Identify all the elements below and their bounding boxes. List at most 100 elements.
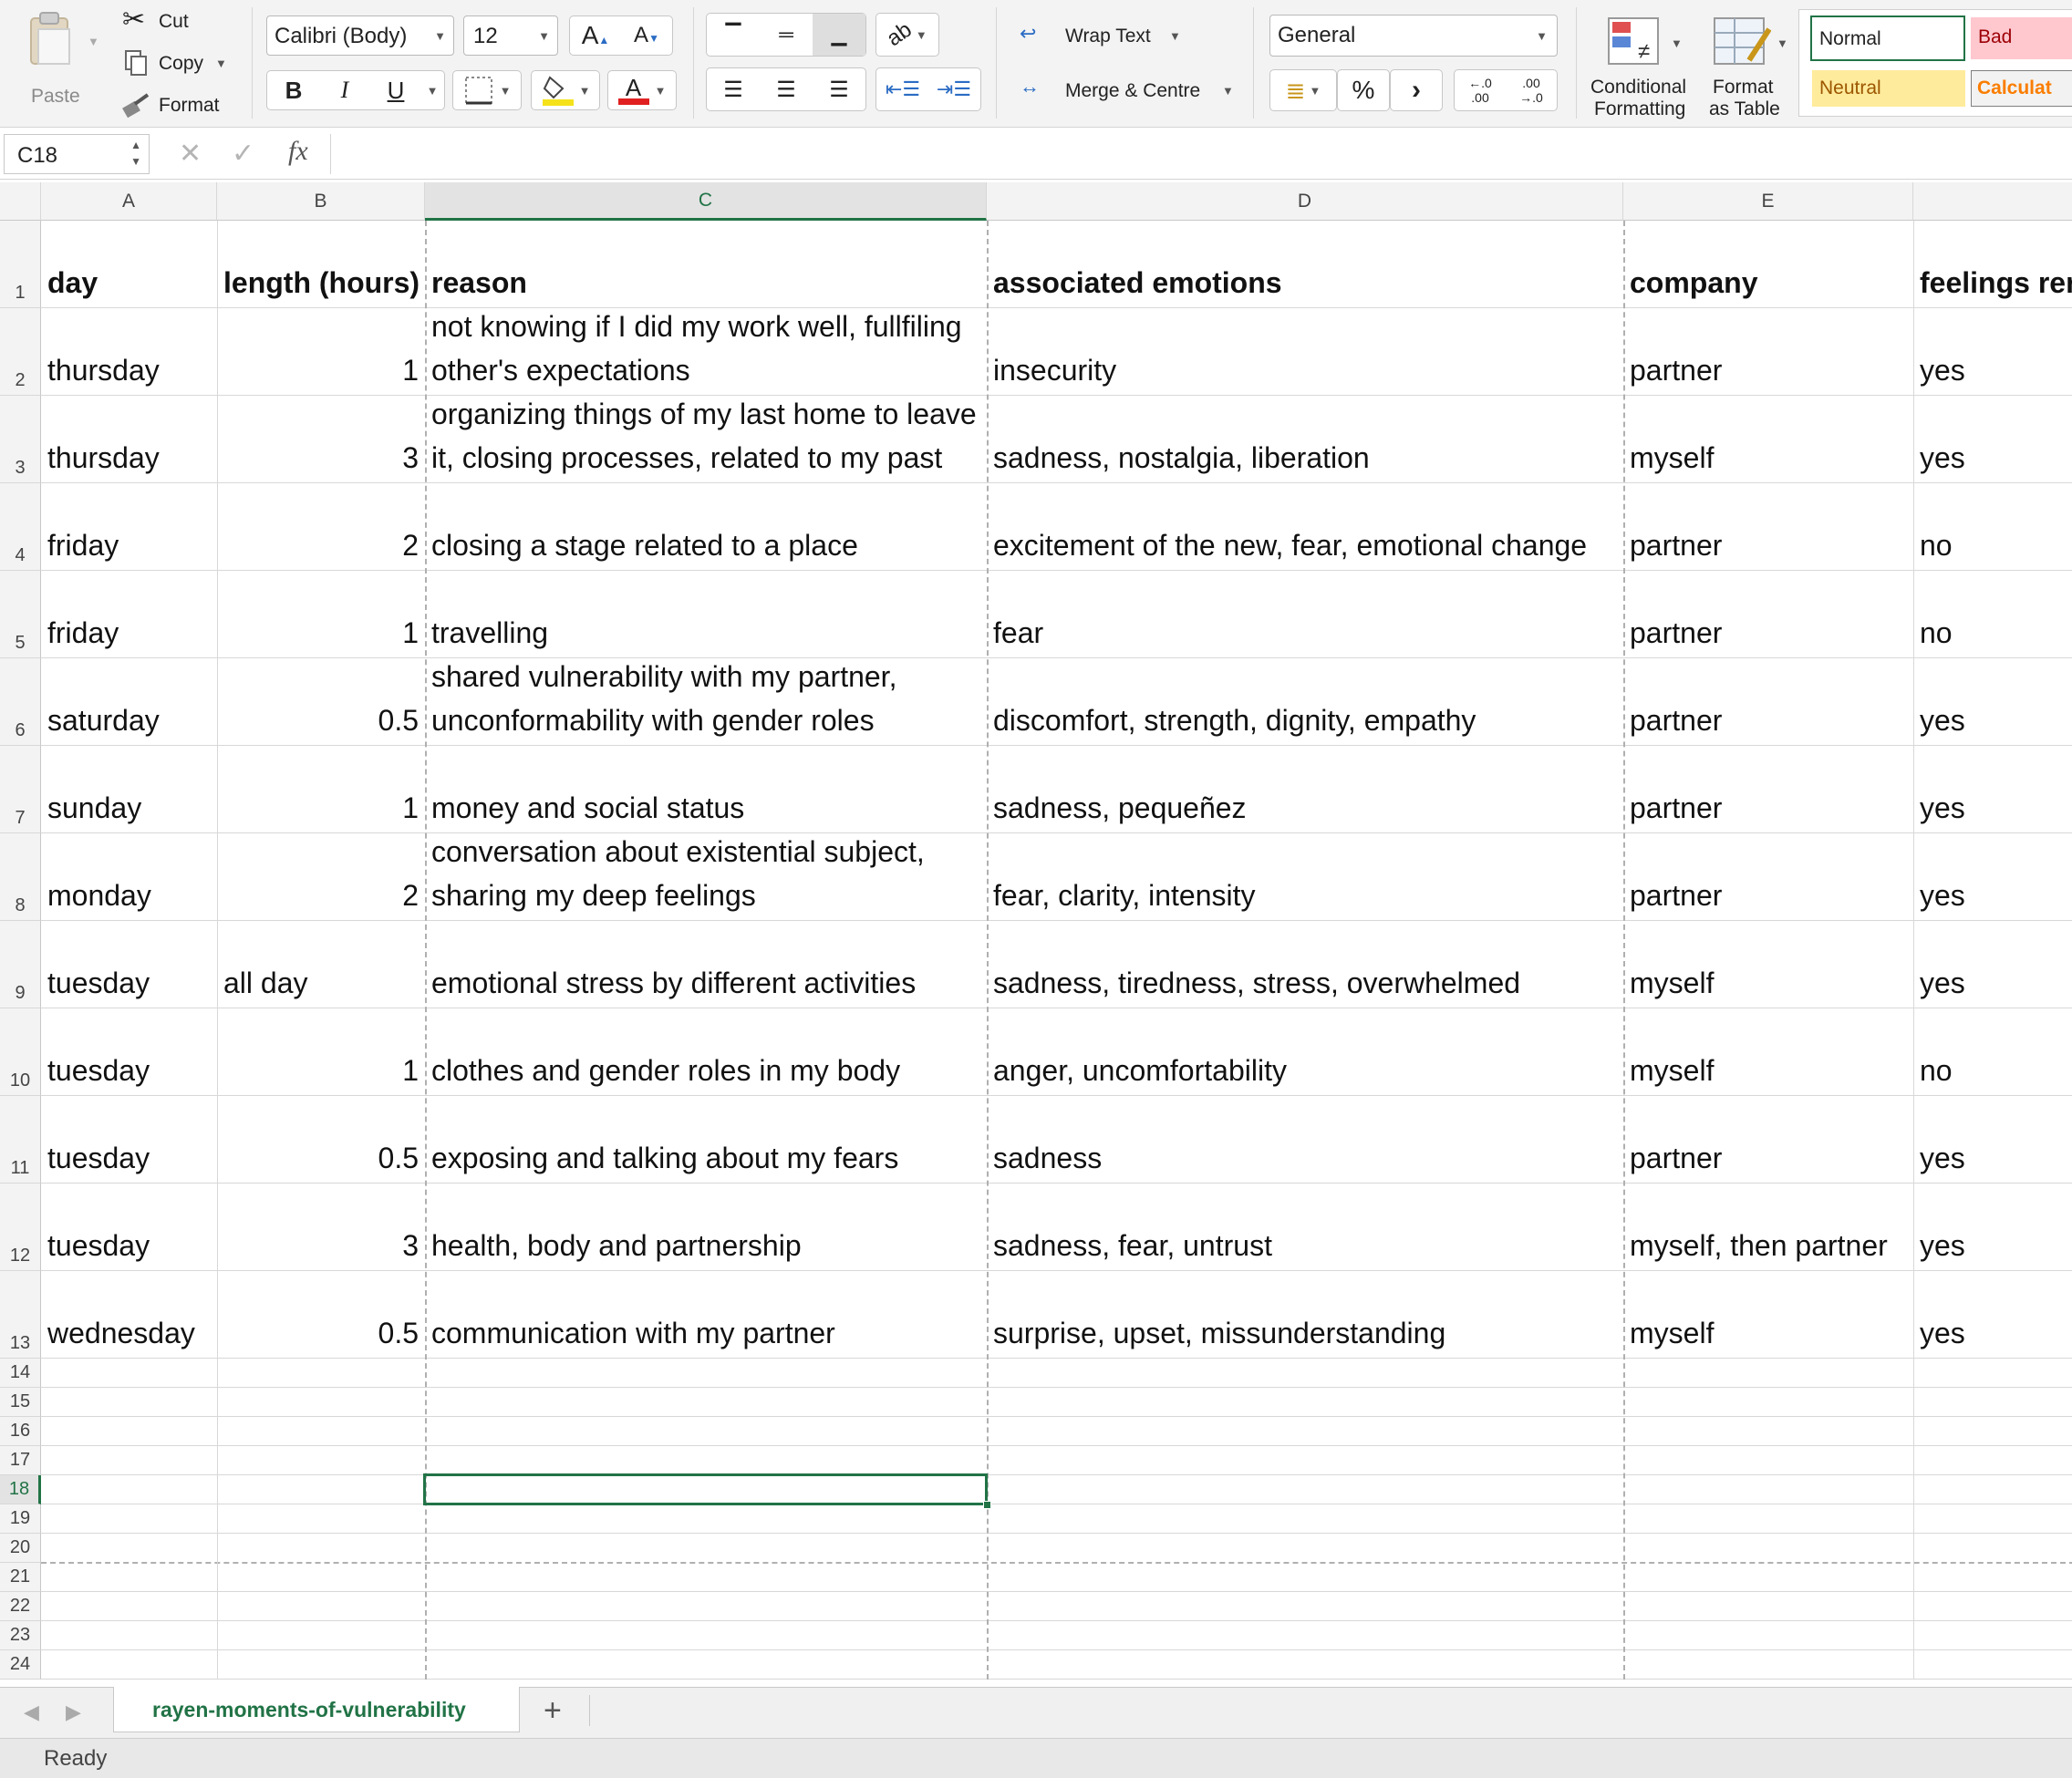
formula-input[interactable] <box>330 134 2063 174</box>
paste-dropdown-icon[interactable]: ▼ <box>88 35 99 48</box>
feelings-cell[interactable]: yes <box>1913 1271 2072 1359</box>
row-header[interactable]: 13 <box>0 1271 41 1359</box>
feelings-cell[interactable]: yes <box>1913 746 2072 833</box>
bold-button[interactable]: B <box>268 77 319 105</box>
row-header[interactable]: 7 <box>0 746 41 833</box>
fill-color-button[interactable]: ▼ <box>531 70 600 110</box>
emotions-cell[interactable]: excitement of the new, fear, emotional c… <box>987 483 1623 571</box>
emotions-cell[interactable]: sadness, nostalgia, liberation <box>987 396 1623 483</box>
increase-decimal-button[interactable]: ←.0 .00 <box>1455 76 1506 105</box>
feelings-cell[interactable]: no <box>1913 1008 2072 1096</box>
fill-handle[interactable] <box>983 1501 991 1509</box>
emotions-cell[interactable]: surprise, upset, missunderstanding <box>987 1271 1623 1359</box>
cancel-icon[interactable]: ✕ <box>179 138 202 170</box>
fx-icon[interactable]: fx <box>288 136 308 167</box>
emotions-cell[interactable]: discomfort, strength, dignity, empathy <box>987 658 1623 746</box>
reason-cell[interactable]: money and social status <box>425 746 987 833</box>
day-cell[interactable]: tuesday <box>41 1096 217 1184</box>
style-bad[interactable]: Bad <box>1971 17 2072 59</box>
align-left-icon[interactable]: ☰ <box>707 77 760 103</box>
cut-button[interactable]: ✂ Cut <box>122 5 232 36</box>
reason-cell[interactable]: closing a stage related to a place <box>425 483 987 571</box>
length-cell[interactable]: 1 <box>217 308 425 396</box>
style-normal[interactable]: Normal <box>1810 16 1965 61</box>
row-header[interactable]: 5 <box>0 571 41 658</box>
feelings-cell[interactable]: no <box>1913 571 2072 658</box>
row-header[interactable]: 12 <box>0 1184 41 1271</box>
row-header[interactable]: 18 <box>0 1475 41 1504</box>
row-header[interactable]: 10 <box>0 1008 41 1096</box>
day-cell[interactable]: sunday <box>41 746 217 833</box>
spreadsheet-grid[interactable]: A B C D E 1 2 3 4 5 6 7 8 9 10 11 12 13 14 15 16 17 18 19 20 21 22… <box>0 182 2072 1687</box>
feelings-cell[interactable]: yes <box>1913 396 2072 483</box>
align-middle-button[interactable]: ═ <box>760 23 813 47</box>
day-cell[interactable]: friday <box>41 571 217 658</box>
day-cell[interactable]: tuesday <box>41 921 217 1008</box>
day-cell[interactable]: thursday <box>41 396 217 483</box>
align-top-button[interactable]: ▔ <box>707 23 760 47</box>
enter-icon[interactable]: ✓ <box>232 138 254 170</box>
comma-style-button[interactable]: › <box>1390 69 1443 111</box>
accounting-button[interactable]: ≣ ▼ <box>1269 69 1337 111</box>
row-header[interactable]: 24 <box>0 1650 41 1680</box>
company-cell[interactable]: myself <box>1623 1008 1913 1096</box>
day-cell[interactable]: friday <box>41 483 217 571</box>
wrap-text-button[interactable]: ↩ Wrap Text ▼ <box>1020 20 1184 51</box>
length-cell[interactable]: 0.5 <box>217 1096 425 1184</box>
percent-button[interactable]: % <box>1337 69 1390 111</box>
day-cell[interactable]: saturday <box>41 658 217 746</box>
font-color-button[interactable]: A ▼ <box>607 70 677 110</box>
row-header[interactable]: 14 <box>0 1359 41 1388</box>
copy-button[interactable]: Copy ▼ <box>122 49 241 78</box>
reason-cell[interactable]: emotional stress by different activities <box>425 921 987 1008</box>
reason-cell[interactable]: organizing things of my last home to lea… <box>425 396 987 483</box>
column-header-f[interactable] <box>1913 182 2072 221</box>
row-header[interactable]: 3 <box>0 396 41 483</box>
style-neutral[interactable]: Neutral <box>1812 70 1965 107</box>
italic-button[interactable]: I <box>319 77 370 104</box>
length-cell[interactable]: 0.5 <box>217 1271 425 1359</box>
row-header[interactable]: 11 <box>0 1096 41 1184</box>
length-cell[interactable]: 2 <box>217 833 425 921</box>
reason-cell[interactable]: travelling <box>425 571 987 658</box>
feelings-cell[interactable]: yes <box>1913 921 2072 1008</box>
company-cell[interactable]: partner <box>1623 571 1913 658</box>
emotions-cell[interactable]: fear <box>987 571 1623 658</box>
merge-centre-button[interactable]: ↔ Merge & Centre ▼ <box>1020 75 1238 106</box>
length-cell[interactable]: all day <box>217 921 425 1008</box>
feelings-cell[interactable]: yes <box>1913 658 2072 746</box>
reason-cell[interactable]: health, body and partnership <box>425 1184 987 1271</box>
row-header[interactable]: 15 <box>0 1388 41 1417</box>
feelings-cell[interactable]: yes <box>1913 1184 2072 1271</box>
number-format-select[interactable]: General ▼ <box>1269 15 1558 57</box>
row-header[interactable]: 17 <box>0 1446 41 1475</box>
company-cell[interactable]: myself <box>1623 396 1913 483</box>
feelings-cell[interactable]: no <box>1913 483 2072 571</box>
company-cell[interactable]: partner <box>1623 833 1913 921</box>
row-header[interactable]: 20 <box>0 1534 41 1563</box>
length-cell[interactable]: 1 <box>217 571 425 658</box>
emotions-cell[interactable]: insecurity <box>987 308 1623 396</box>
row-header[interactable]: 4 <box>0 483 41 571</box>
day-cell[interactable]: tuesday <box>41 1184 217 1271</box>
emotions-cell[interactable]: sadness, fear, untrust <box>987 1184 1623 1271</box>
feelings-cell[interactable]: yes <box>1913 1096 2072 1184</box>
feelings-cell[interactable]: yes <box>1913 833 2072 921</box>
column-header-e[interactable]: E <box>1623 182 1913 221</box>
row-header[interactable]: 6 <box>0 658 41 746</box>
align-center-icon[interactable]: ☰ <box>760 77 813 103</box>
company-cell[interactable]: partner <box>1623 483 1913 571</box>
day-cell[interactable]: tuesday <box>41 1008 217 1096</box>
length-cell[interactable]: 1 <box>217 1008 425 1096</box>
grow-font-button[interactable]: A▲ <box>570 21 621 50</box>
name-box[interactable]: C18 ▲ ▼ <box>4 134 150 174</box>
header-cell[interactable]: day <box>41 221 217 308</box>
feelings-cell[interactable]: yes <box>1913 308 2072 396</box>
company-cell[interactable]: myself <box>1623 1271 1913 1359</box>
sheet-tab-active[interactable]: rayen-moments-of-vulnerability <box>113 1687 520 1732</box>
column-header-c[interactable]: C <box>425 182 987 221</box>
emotions-cell[interactable]: fear, clarity, intensity <box>987 833 1623 921</box>
company-cell[interactable]: partner <box>1623 746 1913 833</box>
length-cell[interactable]: 3 <box>217 1184 425 1271</box>
header-cell[interactable]: company <box>1623 221 1913 308</box>
